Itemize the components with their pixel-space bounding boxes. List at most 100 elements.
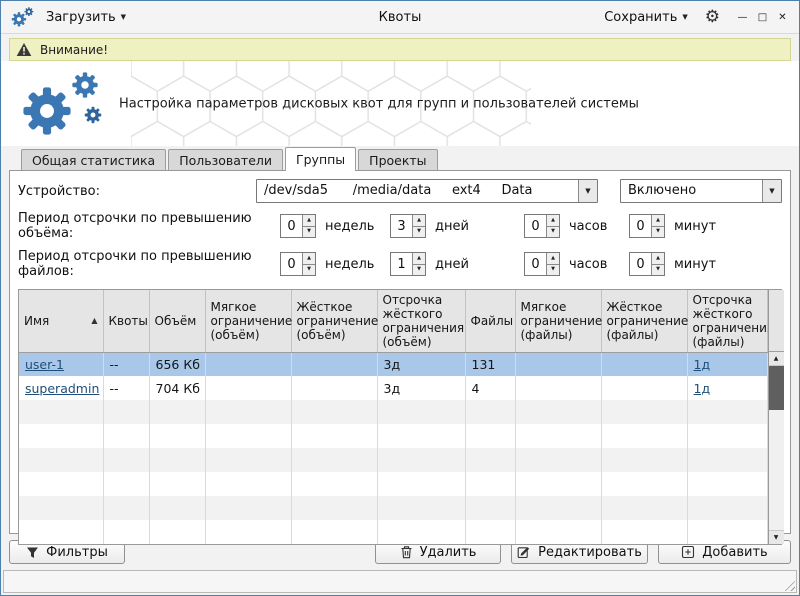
- table-cell-empty: [291, 496, 377, 520]
- table-cell-empty: [515, 448, 601, 472]
- tab-groups[interactable]: Группы: [285, 147, 356, 171]
- sort-asc-icon: ▲: [91, 316, 97, 325]
- spin-down-icon[interactable]: ▼: [652, 265, 664, 276]
- grace-volume-weeks-spinner[interactable]: 0 ▲▼: [280, 214, 316, 238]
- spin-up-icon[interactable]: ▲: [413, 215, 425, 227]
- table-cell-empty: [103, 520, 149, 544]
- edit-pencil-icon: [517, 545, 531, 559]
- spin-down-icon[interactable]: ▼: [652, 227, 664, 238]
- minimize-button[interactable]: —: [734, 8, 751, 26]
- device-combobox[interactable]: /dev/sda5 /media/data ext4 Data ▼: [256, 179, 598, 203]
- grace-files-days-spinner[interactable]: 1 ▲▼: [390, 252, 426, 276]
- column-header-name[interactable]: Имя ▲: [19, 290, 103, 352]
- table-cell: [515, 352, 601, 376]
- combobox-dropdown-button[interactable]: ▼: [762, 180, 781, 202]
- trash-icon: [400, 545, 413, 559]
- column-header-soft-volume[interactable]: Мягкое ограничение (объём): [205, 290, 291, 352]
- grace-files-hours-spinner[interactable]: 0 ▲▼: [524, 252, 560, 276]
- table-cell: [601, 352, 687, 376]
- grace-files-weeks-spinner[interactable]: 0 ▲▼: [280, 252, 316, 276]
- tab-general-stats[interactable]: Общая статистика: [21, 149, 166, 170]
- table-cell-empty: [149, 448, 205, 472]
- chevron-down-icon: ▼: [121, 14, 126, 21]
- spin-up-icon[interactable]: ▲: [652, 253, 664, 265]
- close-button[interactable]: ✕: [774, 8, 791, 26]
- table-cell-empty: [149, 424, 205, 448]
- spin-up-icon[interactable]: ▲: [547, 215, 559, 227]
- grace-volume-minutes-spinner[interactable]: 0 ▲▼: [629, 214, 665, 238]
- grace-volume-days-spinner[interactable]: 3 ▲▼: [390, 214, 426, 238]
- spin-up-icon[interactable]: ▲: [652, 215, 664, 227]
- column-header-files[interactable]: Файлы: [465, 290, 515, 352]
- table-cell-empty: [19, 424, 103, 448]
- quota-state-value: Включено: [621, 180, 762, 202]
- table-cell-empty: [103, 424, 149, 448]
- table-cell-empty: [465, 472, 515, 496]
- spin-down-icon[interactable]: ▼: [413, 265, 425, 276]
- spin-up-icon[interactable]: ▲: [413, 253, 425, 265]
- load-menu-button[interactable]: Загрузить ▼: [41, 7, 131, 28]
- grace-volume-hours-spinner[interactable]: 0 ▲▼: [524, 214, 560, 238]
- table-cell-empty: [103, 400, 149, 424]
- scroll-up-button[interactable]: ▲: [769, 352, 784, 366]
- column-header-volume[interactable]: Объём: [149, 290, 205, 352]
- table-cell: user-1: [19, 352, 103, 376]
- settings-gear-button[interactable]: ⚙: [705, 9, 720, 26]
- tab-users[interactable]: Пользователи: [168, 149, 283, 170]
- table-cell-empty: [291, 424, 377, 448]
- combobox-dropdown-button[interactable]: ▼: [578, 180, 597, 202]
- plus-icon: [681, 545, 695, 559]
- column-header-grace-files[interactable]: Отсрочка жёсткого ограничения (файлы): [687, 290, 767, 352]
- spin-up-icon[interactable]: ▲: [547, 253, 559, 265]
- table-cell-empty: [377, 424, 465, 448]
- table-cell-empty: [291, 400, 377, 424]
- spin-up-icon[interactable]: ▲: [303, 253, 315, 265]
- group-name-link[interactable]: user-1: [25, 357, 64, 372]
- table-cell-empty: [515, 424, 601, 448]
- save-menu-button[interactable]: Сохранить ▼: [599, 7, 693, 28]
- table-cell: 1д: [687, 352, 767, 376]
- tab-projects[interactable]: Проекты: [358, 149, 437, 170]
- column-header-quotas[interactable]: Квоты: [103, 290, 149, 352]
- grace-files-minutes-spinner[interactable]: 0 ▲▼: [629, 252, 665, 276]
- hours-unit-label: часов: [560, 257, 629, 272]
- quota-state-combobox[interactable]: Включено ▼: [620, 179, 782, 203]
- spinner-value: 0: [630, 215, 651, 237]
- spin-down-icon[interactable]: ▼: [303, 265, 315, 276]
- table-cell-empty: [291, 472, 377, 496]
- chevron-down-icon: ▼: [682, 14, 687, 21]
- table-row[interactable]: user-1 -- 656 Кб 3д 131 1д: [19, 352, 767, 376]
- table-cell: 4: [465, 376, 515, 400]
- column-header-soft-files[interactable]: Мягкое ограничение (файлы): [515, 290, 601, 352]
- spin-down-icon[interactable]: ▼: [547, 227, 559, 238]
- grace-files-link[interactable]: 1д: [694, 357, 711, 372]
- spin-up-icon[interactable]: ▲: [303, 215, 315, 227]
- column-header-hard-volume[interactable]: Жёсткое ограничение (объём): [291, 290, 377, 352]
- spin-down-icon[interactable]: ▼: [413, 227, 425, 238]
- scrollbar-thumb[interactable]: [769, 366, 784, 410]
- quota-table: Имя ▲ Квоты Объём Мягкое ограничение (об…: [18, 289, 782, 545]
- column-header-grace-volume[interactable]: Отсрочка жёсткого ограничения (объём): [377, 290, 465, 352]
- days-unit-label: дней: [426, 257, 524, 272]
- resize-grip[interactable]: [782, 578, 795, 591]
- chevron-down-icon: ▼: [769, 187, 774, 195]
- table-cell-empty: [687, 424, 767, 448]
- table-cell-empty: [601, 472, 687, 496]
- table-cell-empty: [601, 400, 687, 424]
- vertical-scrollbar[interactable]: ▲ ▼: [768, 290, 784, 544]
- table-cell-empty: [515, 400, 601, 424]
- scroll-down-button[interactable]: ▼: [769, 530, 784, 544]
- table-cell-empty: [465, 448, 515, 472]
- grace-files-link[interactable]: 1д: [694, 381, 711, 396]
- spin-down-icon[interactable]: ▼: [547, 265, 559, 276]
- table-cell-empty: [149, 520, 205, 544]
- maximize-button[interactable]: □: [754, 8, 771, 26]
- table-row[interactable]: superadmin -- 704 Кб 3д 4 1д: [19, 376, 767, 400]
- group-name-link[interactable]: superadmin: [25, 381, 99, 396]
- column-header-hard-files[interactable]: Жёсткое ограничение (файлы): [601, 290, 687, 352]
- hours-unit-label: часов: [560, 219, 629, 234]
- table-cell-empty: [205, 496, 291, 520]
- spin-down-icon[interactable]: ▼: [303, 227, 315, 238]
- gear-icon: ⚙: [705, 7, 720, 27]
- table-cell-empty: [103, 448, 149, 472]
